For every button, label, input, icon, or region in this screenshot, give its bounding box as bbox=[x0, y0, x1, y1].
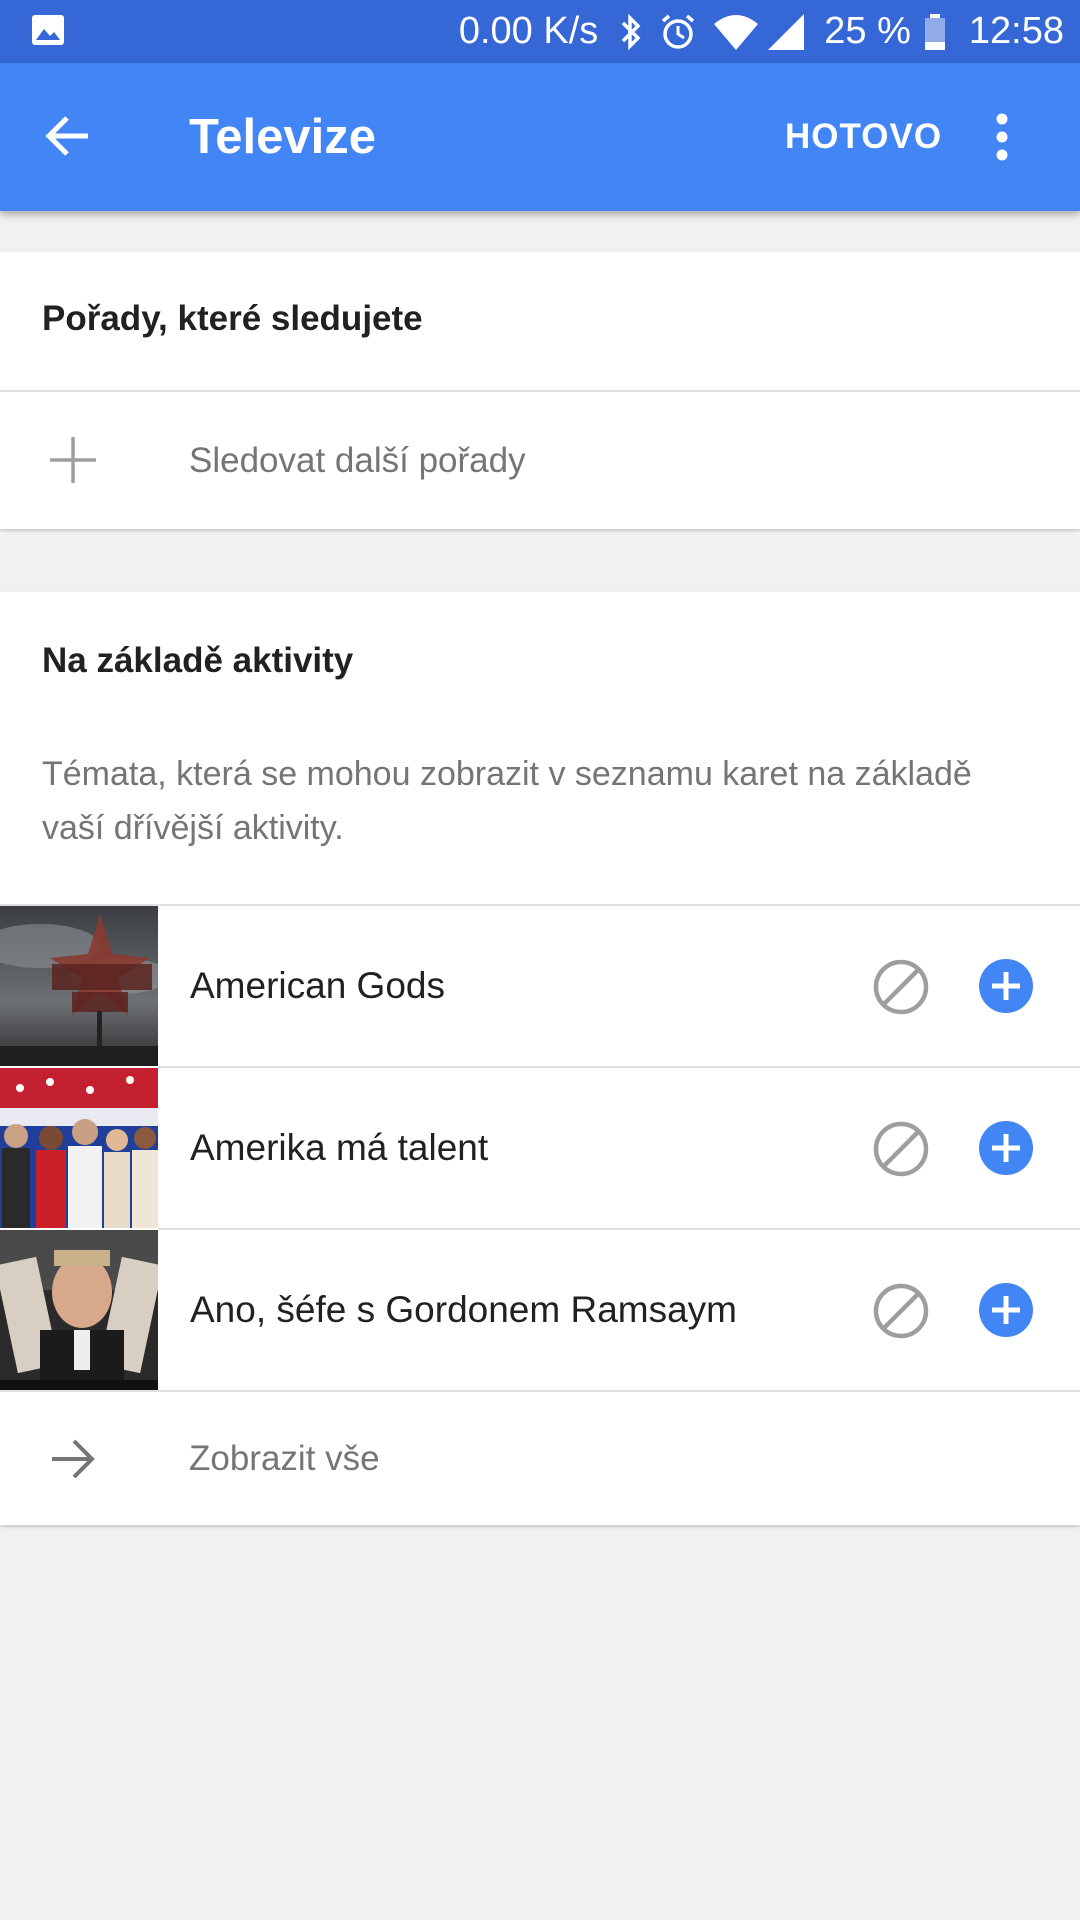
show-title: Ano, šéfe s Gordonem Ramsaym bbox=[190, 1289, 737, 1330]
show-thumbnail-american-gods bbox=[0, 906, 158, 1066]
bluetooth-icon bbox=[622, 13, 641, 50]
network-speed: 0.00 K/s bbox=[458, 10, 599, 52]
show-thumbnail-amerika-ma-talent bbox=[0, 1068, 158, 1228]
status-bar: 0.00 K/s 25 % 12:58 bbox=[0, 0, 1080, 63]
block-icon[interactable] bbox=[872, 1282, 930, 1340]
show-title: Amerika má talent bbox=[190, 1127, 489, 1168]
battery-percent: 25 % bbox=[824, 10, 911, 52]
activity-card: Na základě aktivity Témata, která se moh… bbox=[0, 592, 1080, 1525]
plus-icon bbox=[50, 437, 96, 483]
activity-description: Témata, která se mohou zobrazit v seznam… bbox=[42, 755, 972, 847]
followed-shows-card: Pořady, které sledujete Sledovat další p… bbox=[0, 252, 1080, 529]
page-title: Televize bbox=[189, 110, 377, 164]
activity-heading: Na základě aktivity bbox=[42, 641, 354, 680]
add-circle-icon[interactable] bbox=[978, 1282, 1034, 1338]
wifi-icon bbox=[714, 14, 759, 50]
add-circle-icon[interactable] bbox=[978, 958, 1034, 1014]
add-circle-icon[interactable] bbox=[978, 1120, 1034, 1176]
show-all-label: Zobrazit vše bbox=[189, 1439, 380, 1478]
battery-icon bbox=[924, 13, 945, 50]
follow-more-label: Sledovat další pořady bbox=[189, 441, 526, 480]
show-row-american-gods[interactable]: American Gods bbox=[0, 906, 1080, 1066]
alarm-icon bbox=[662, 14, 695, 49]
done-button[interactable]: HOTOVO bbox=[785, 63, 942, 211]
show-all-row[interactable]: Zobrazit vše bbox=[0, 1392, 1080, 1525]
arrow-back-icon[interactable] bbox=[40, 108, 96, 164]
gallery-icon bbox=[32, 15, 64, 45]
signal-icon bbox=[768, 13, 805, 50]
block-icon[interactable] bbox=[872, 1120, 930, 1178]
block-icon[interactable] bbox=[872, 958, 930, 1016]
show-row-ano-sefe[interactable]: Ano, šéfe s Gordonem Ramsaym bbox=[0, 1230, 1080, 1390]
show-title: American Gods bbox=[190, 965, 445, 1006]
app-bar: Televize HOTOVO bbox=[0, 63, 1080, 211]
follow-more-row[interactable]: Sledovat další pořady bbox=[0, 392, 1080, 529]
more-vert-icon[interactable] bbox=[980, 107, 1024, 167]
show-thumbnail-ano-sefe bbox=[0, 1230, 158, 1390]
show-row-amerika-ma-talent[interactable]: Amerika má talent bbox=[0, 1068, 1080, 1228]
status-icons: 0.00 K/s 25 % 12:58 bbox=[459, 0, 1064, 63]
arrow-forward-icon bbox=[52, 1439, 95, 1479]
followed-shows-heading: Pořady, které sledujete bbox=[42, 299, 423, 338]
clock: 12:58 bbox=[968, 10, 1064, 52]
